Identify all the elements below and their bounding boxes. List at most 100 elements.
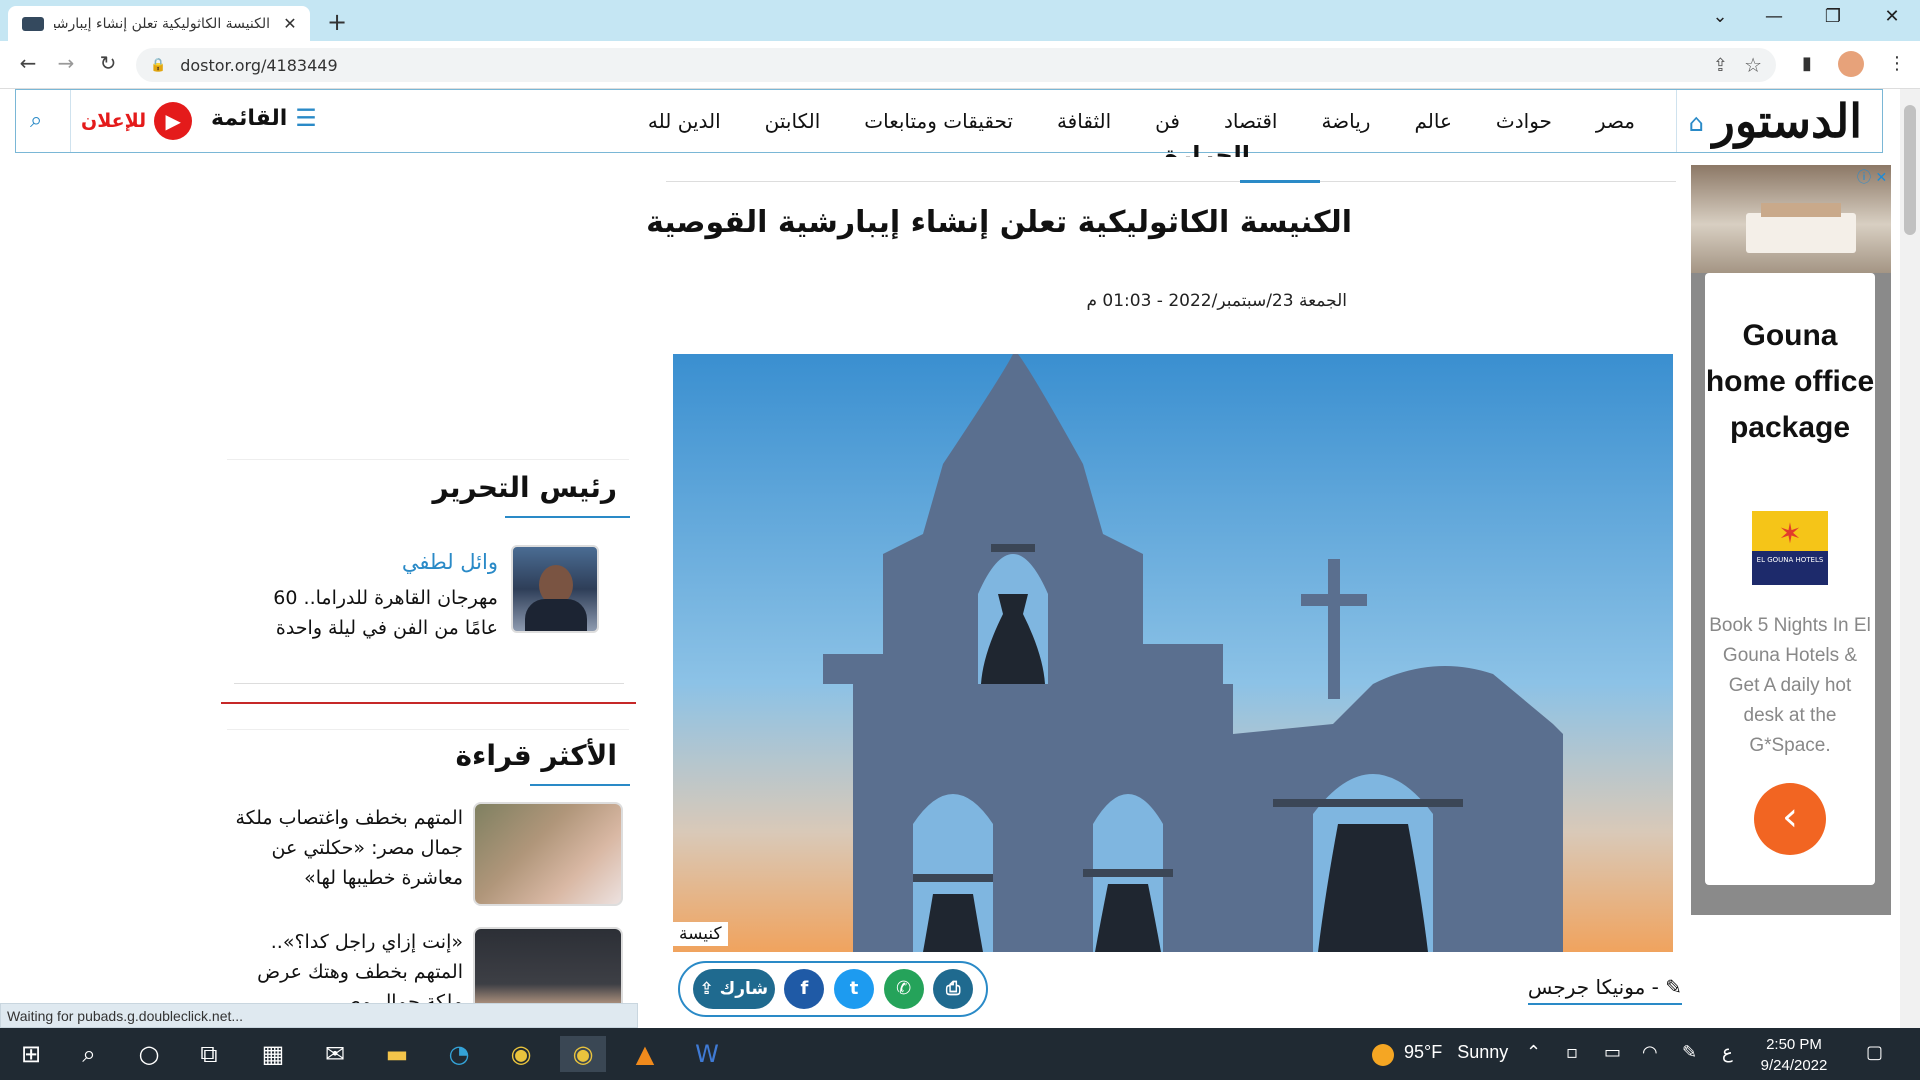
facebook-icon[interactable]: f bbox=[784, 969, 825, 1009]
chrome-active-icon[interactable]: ◉ bbox=[560, 1036, 606, 1072]
home-icon[interactable]: ⌂ bbox=[1689, 109, 1704, 137]
taskbar: ⊞ ⌕ ○ ⧉ ▦ ✉ ▬ ◔ ◉ ◉ ▲ W 95°F Sunny ⌃ ▫ ▭… bbox=[0, 1028, 1920, 1080]
tab-strip: الكنيسة الكاثوليكية تعلن إنشاء إيبارشية … bbox=[0, 0, 1920, 41]
nav-item-economy[interactable]: اقتصاد bbox=[1202, 109, 1300, 133]
nav-item-egypt[interactable]: مصر bbox=[1574, 109, 1657, 133]
ad-headline: Gouna home office package bbox=[1705, 319, 1875, 444]
share-button[interactable]: شارك ⇪ bbox=[692, 969, 775, 1009]
bookmark-star-icon[interactable]: ☆ bbox=[1744, 53, 1762, 77]
section-underline bbox=[1240, 180, 1320, 183]
nav-item-world[interactable]: عالم bbox=[1392, 109, 1473, 133]
starfish-icon: ✶ bbox=[1778, 517, 1802, 550]
input-language[interactable]: ع bbox=[1722, 1042, 1733, 1063]
author-name: - مونيكا جرجس bbox=[1527, 975, 1659, 999]
wifi-icon[interactable]: ◠ bbox=[1642, 1042, 1658, 1063]
clock-time: 2:50 PM bbox=[1766, 1036, 1822, 1053]
most-read-underline bbox=[530, 784, 630, 786]
status-bar: Waiting for pubads.g.doubleclick.net... bbox=[0, 1003, 638, 1028]
clock-date: 9/24/2022 bbox=[1760, 1057, 1828, 1074]
nav-item-art[interactable]: فن bbox=[1133, 109, 1202, 133]
site-logo[interactable]: الدستور bbox=[1713, 94, 1864, 148]
advertise-button[interactable]: ▶ للإعلان bbox=[81, 102, 193, 140]
share-icon[interactable]: ⇪ bbox=[1713, 55, 1728, 76]
back-arrow-icon[interactable]: ← bbox=[14, 51, 42, 75]
share-bar: ⎙ ✆ t f شارك ⇪ bbox=[678, 961, 988, 1017]
play-icon: ▶ bbox=[154, 102, 193, 140]
forward-arrow-icon[interactable]: → bbox=[52, 51, 80, 75]
search-icon[interactable]: ⌕ bbox=[66, 1036, 112, 1072]
reload-icon[interactable]: ↻ bbox=[94, 51, 122, 75]
chrome-icon[interactable]: ◉ bbox=[498, 1036, 544, 1072]
nav-item-captain[interactable]: الكابتن bbox=[743, 109, 843, 133]
vlc-icon[interactable]: ▲ bbox=[622, 1036, 668, 1072]
edge-icon[interactable]: ◔ bbox=[436, 1036, 482, 1072]
mail-icon[interactable]: ✉ bbox=[312, 1036, 358, 1072]
tab-close-icon[interactable]: ✕ bbox=[280, 14, 300, 33]
advertise-label: للإعلان bbox=[81, 110, 147, 132]
article-headline: الكنيسة الكاثوليكية تعلن إنشاء إيبارشية … bbox=[646, 205, 1352, 240]
site-header: الدستور ⌂ مصر حوادث عالم رياضة اقتصاد فن… bbox=[15, 89, 1883, 153]
clock[interactable]: 2:50 PM 9/24/2022 bbox=[1746, 1034, 1842, 1076]
most-read-title[interactable]: المتهم بخطف واغتصاب ملكة جمال مصر: «حكلت… bbox=[233, 803, 463, 893]
app-icon[interactable]: ▦ bbox=[250, 1036, 296, 1072]
ad-info-glyph: ⓘ bbox=[1857, 170, 1871, 186]
most-read-thumbnail[interactable] bbox=[473, 802, 623, 906]
nav-item-incidents[interactable]: حوادث bbox=[1474, 109, 1574, 133]
scrollbar-thumb[interactable] bbox=[1904, 105, 1916, 235]
address-bar[interactable]: 🔒 dostor.org/4183449 ⇪ ☆ bbox=[136, 48, 1776, 82]
hamburger-icon: ☰ bbox=[295, 104, 317, 132]
new-tab-button[interactable]: + bbox=[322, 8, 352, 36]
restore-button[interactable]: ❐ bbox=[1813, 6, 1853, 27]
nav-item-religion[interactable]: الدين لله bbox=[626, 109, 743, 133]
device-icon[interactable]: ▫ bbox=[1566, 1042, 1578, 1063]
ad-body-text: Book 5 Nights In El Gouna Hotels & Get A… bbox=[1709, 615, 1871, 756]
task-view-icon[interactable]: ⧉ bbox=[186, 1036, 232, 1072]
tab-title: الكنيسة الكاثوليكية تعلن إنشاء إيبارشية bbox=[54, 15, 270, 32]
twitter-icon[interactable]: t bbox=[834, 969, 875, 1009]
ad-next-arrow-icon[interactable]: › bbox=[1754, 783, 1826, 855]
lock-icon[interactable]: 🔒 bbox=[150, 58, 166, 73]
tab-search-icon[interactable]: ⌄ bbox=[1700, 6, 1740, 27]
editor-heading: رئيس التحرير bbox=[432, 471, 617, 504]
file-explorer-icon[interactable]: ▬ bbox=[374, 1036, 420, 1072]
editor-heading-underline bbox=[505, 516, 630, 518]
most-read-box bbox=[227, 729, 629, 732]
search-icon[interactable]: ⌕ bbox=[30, 108, 42, 133]
browser-toolbar: ← → ↻ 🔒 dostor.org/4183449 ⇪ ☆ ▮ ⋮ bbox=[0, 41, 1920, 89]
ad-close-glyph: ✕ bbox=[1875, 170, 1888, 186]
ad-info-icon[interactable]: ⓘ ✕ bbox=[1857, 167, 1887, 187]
menu-button[interactable]: ☰ القائمة bbox=[211, 104, 317, 132]
image-caption: كنيسة bbox=[673, 922, 728, 946]
sidebar-ad[interactable]: ⓘ ✕ Gouna home office package ✶ EL GOUNA… bbox=[1691, 165, 1891, 915]
browser-tab[interactable]: الكنيسة الكاثوليكية تعلن إنشاء إيبارشية … bbox=[8, 6, 310, 41]
cortana-icon[interactable]: ○ bbox=[126, 1036, 172, 1072]
menu-label: القائمة bbox=[211, 105, 288, 131]
page-scrollbar[interactable] bbox=[1900, 89, 1920, 1028]
windows-start-icon[interactable]: ⊞ bbox=[8, 1036, 54, 1072]
print-icon[interactable]: ⎙ bbox=[933, 969, 974, 1009]
show-hidden-icons-icon[interactable]: ⌃ bbox=[1526, 1042, 1541, 1063]
nav-item-sports[interactable]: رياضة bbox=[1299, 109, 1392, 133]
profile-avatar[interactable] bbox=[1838, 51, 1864, 77]
nav-item-investigations[interactable]: تحقيقات ومتابعات bbox=[842, 109, 1035, 133]
chrome-menu-icon[interactable]: ⋮ bbox=[1888, 53, 1906, 74]
url-text[interactable]: dostor.org/4183449 bbox=[180, 56, 337, 75]
minimize-button[interactable]: — bbox=[1754, 6, 1794, 27]
notifications-icon[interactable]: ▢ bbox=[1866, 1042, 1883, 1063]
header-divider bbox=[70, 90, 71, 152]
close-window-button[interactable]: ✕ bbox=[1872, 6, 1912, 27]
editor-avatar[interactable] bbox=[511, 545, 599, 633]
section-title[interactable]: الحرارة bbox=[1164, 141, 1250, 157]
nav-item-culture[interactable]: الثقافة bbox=[1035, 109, 1133, 133]
word-icon[interactable]: W bbox=[684, 1036, 730, 1072]
main-nav: مصر حوادث عالم رياضة اقتصاد فن الثقافة ت… bbox=[626, 90, 1657, 152]
battery-icon[interactable]: ▭ bbox=[1604, 1042, 1621, 1063]
pen-icon[interactable]: ✎ bbox=[1682, 1042, 1697, 1063]
article-author[interactable]: ✎ - مونيكا جرجس bbox=[1527, 975, 1682, 1005]
editor-name[interactable]: وائل لطفي bbox=[402, 550, 498, 574]
weather-widget[interactable]: 95°F Sunny bbox=[1370, 1042, 1508, 1063]
share-label: شارك bbox=[719, 979, 769, 999]
side-panel-icon[interactable]: ▮ bbox=[1802, 53, 1812, 74]
editor-article-title[interactable]: مهرجان القاهرة للدراما.. 60 عامًا من الف… bbox=[238, 583, 498, 643]
whatsapp-icon[interactable]: ✆ bbox=[883, 969, 924, 1009]
